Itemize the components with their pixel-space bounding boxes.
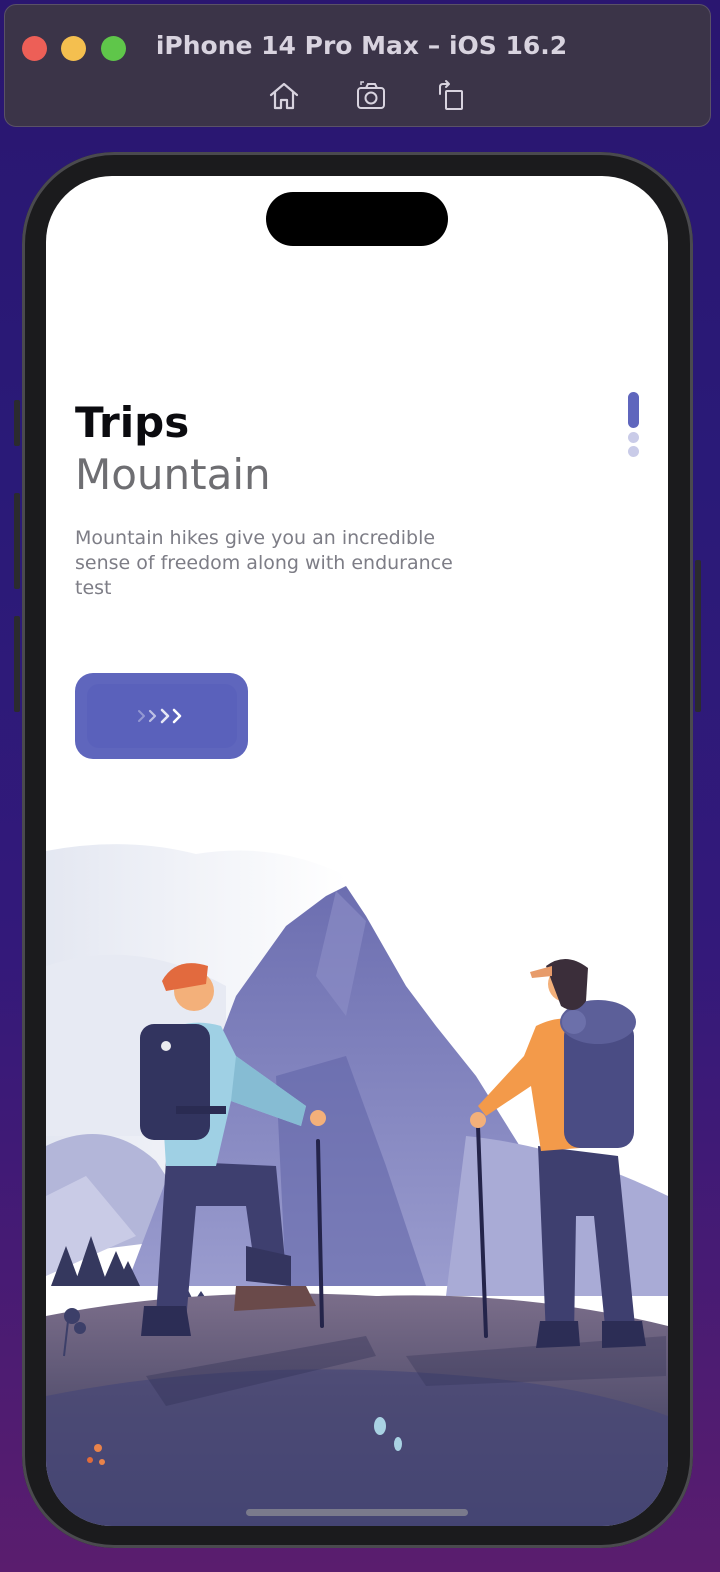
trip-description: Mountain hikes give you an incredible se… [75, 527, 453, 599]
page-title: Trips [75, 398, 190, 447]
simulator-title-bar: iPhone 14 Pro Max – iOS 16.2 [4, 4, 711, 127]
app-screen: Trips Mountain Mountain hikes give you a… [46, 176, 668, 1526]
page-dot-active[interactable] [628, 392, 639, 428]
page-subtitle: Mountain [75, 450, 271, 499]
home-indicator[interactable] [246, 1509, 468, 1516]
page-dot[interactable] [628, 446, 639, 457]
page-dot[interactable] [628, 432, 639, 443]
power-button [695, 560, 701, 712]
hikers-illustration [46, 844, 668, 1526]
dynamic-island [266, 192, 448, 246]
page-indicator [628, 392, 640, 460]
volume-down-button [14, 616, 20, 712]
chevrons-right-icon [137, 708, 181, 724]
screenshot-icon[interactable] [355, 79, 389, 113]
next-button-inner [86, 684, 237, 748]
simulator-title: iPhone 14 Pro Max – iOS 16.2 [155, 31, 568, 60]
action-button [14, 400, 20, 446]
volume-up-button [14, 493, 20, 589]
next-button[interactable] [75, 673, 248, 759]
home-icon[interactable] [267, 79, 301, 113]
rotate-icon[interactable] [435, 79, 469, 113]
